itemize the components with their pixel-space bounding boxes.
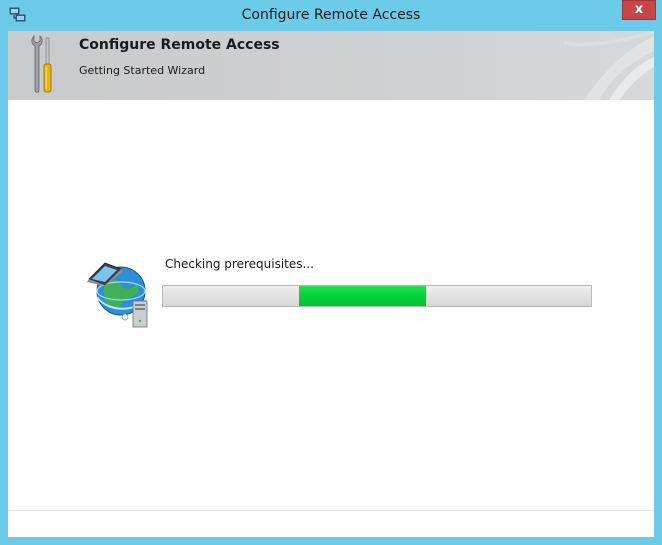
wizard-client-area: Configure Remote Access Getting Started …: [8, 31, 654, 537]
window-title: Configure Remote Access: [241, 7, 421, 23]
wizard-window: Configure Remote Access x Configure Remo…: [0, 0, 662, 545]
progress-bar: [162, 285, 592, 307]
footer-divider: [8, 510, 654, 511]
tools-icon: [31, 35, 52, 93]
progress-indicator: [299, 286, 426, 306]
wizard-banner: Configure Remote Access Getting Started …: [8, 31, 654, 100]
close-button[interactable]: x: [622, 0, 656, 20]
banner-title: Configure Remote Access: [79, 37, 280, 53]
banner-swoosh-decoration: [564, 31, 654, 100]
title-bar[interactable]: Configure Remote Access x: [0, 0, 662, 30]
banner-subtitle: Getting Started Wizard: [79, 64, 206, 77]
network-globe-icon: [87, 262, 148, 328]
progress-status-label: Checking prerequisites...: [165, 257, 314, 271]
